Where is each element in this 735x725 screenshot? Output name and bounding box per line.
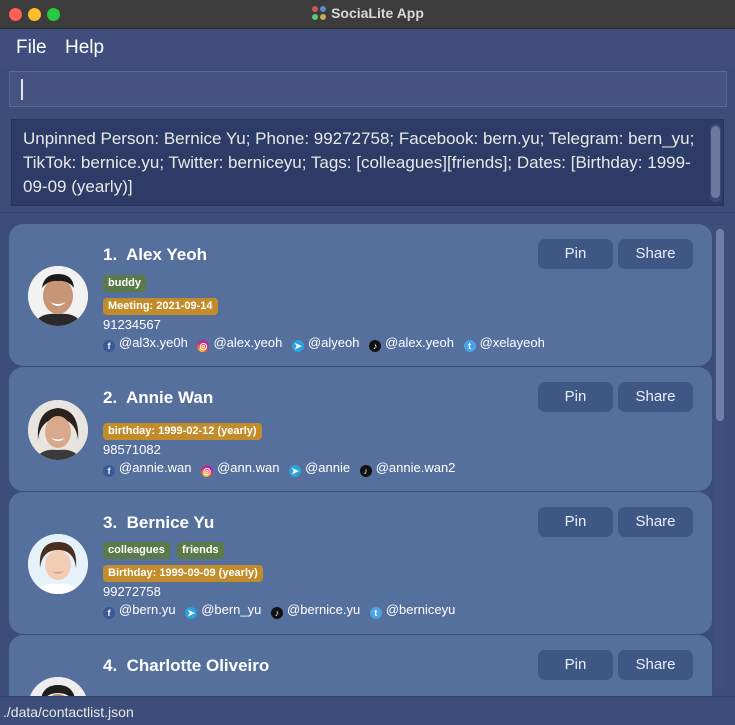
person-card[interactable]: 1. Alex Yeoh Pin Share buddy Meeting: 20… [9,224,712,366]
pin-button[interactable]: Pin [538,507,613,537]
date-badge: Birthday: 1999-09-09 (yearly) [103,565,263,582]
social-handles: f @bern.yu ➤ @bern_yu ♪ @bernice.yu t @berni… [103,602,462,620]
share-button[interactable]: Share [618,239,693,269]
instagram-icon: ◎ [197,340,210,353]
facebook-handle: f @al3x.ye0h [103,335,194,353]
tiktok-handle: ♪ @bernice.yu [271,602,366,620]
phone-number: 91234567 [103,317,161,332]
avatar [28,534,88,594]
twitter-handle: t @berniceyu [369,602,462,620]
telegram-icon: ➤ [291,340,304,353]
tag-badge: friends [177,542,224,559]
telegram-handle: ➤ @alyeoh [291,335,366,353]
person-name: 2. Annie Wan [103,388,214,407]
tiktok-handle: ♪ @annie.wan2 [359,460,462,478]
menu-help[interactable]: Help [65,37,104,59]
text-caret [21,79,23,100]
menu-bar: File Help [0,29,735,67]
telegram-handle: ➤ @annie [289,460,356,478]
share-button[interactable]: Share [618,382,693,412]
telegram-icon: ➤ [185,607,198,620]
window-title: SociaLite App [331,5,424,21]
tiktok-icon: ♪ [369,340,382,353]
tag-badge: colleagues [103,542,170,559]
window-titlebar: SociaLite App [0,0,735,29]
tiktok-icon: ♪ [359,465,372,478]
list-scrollbar-thumb[interactable] [716,229,724,421]
twitter-icon: t [463,340,476,353]
person-name: 1. Alex Yeoh [103,245,207,264]
avatar [28,400,88,460]
twitter-icon: t [369,607,382,620]
tag-badge: buddy [103,275,146,292]
result-text: Unpinned Person: Bernice Yu; Phone: 9927… [23,129,695,196]
instagram-handle: ◎ @ann.wan [201,460,285,478]
list-scrollbar[interactable] [714,225,725,690]
menu-file[interactable]: File [16,37,47,59]
tiktok-icon: ♪ [271,607,283,620]
instagram-handle: ◎ @alex.yeoh [197,335,288,353]
twitter-handle: t @xelayeoh [463,335,551,353]
facebook-handle: f @annie.wan [103,460,197,478]
pin-button[interactable]: Pin [538,382,613,412]
person-card[interactable]: 2. Annie Wan Pin Share birthday: 1999-02… [9,367,712,491]
status-bar: ./data/contactlist.json [0,696,735,725]
pin-button[interactable]: Pin [538,239,613,269]
social-handles: f @al3x.ye0h ◎ @alex.yeoh ➤ @alyeoh ♪ @alex.… [103,335,551,353]
date-badge: Meeting: 2021-09-14 [103,298,218,315]
person-name: 3. Bernice Yu [103,513,215,532]
facebook-icon: f [103,465,115,478]
data-file-path: ./data/contactlist.json [3,704,134,720]
telegram-handle: ➤ @bern_yu [185,602,267,620]
app-logo-icon [312,6,327,20]
instagram-icon: ◎ [201,465,214,478]
share-button[interactable]: Share [618,507,693,537]
telegram-icon: ➤ [289,465,302,478]
share-button[interactable]: Share [618,650,693,680]
command-input[interactable] [9,71,727,107]
result-display: Unpinned Person: Bernice Yu; Phone: 9927… [11,119,724,206]
date-badge: birthday: 1999-02-12 (yearly) [103,423,262,440]
phone-number: 99272758 [103,584,161,599]
phone-number: 98571082 [103,442,161,457]
person-card[interactable]: 4. Charlotte Oliveiro Pin Share [9,635,712,696]
social-handles: f @annie.wan ◎ @ann.wan ➤ @annie ♪ @annie.wa… [103,460,462,478]
pin-button[interactable]: Pin [538,650,613,680]
result-scrollbar-thumb[interactable] [711,126,720,198]
facebook-icon: f [103,607,115,620]
person-name: 4. Charlotte Oliveiro [103,656,270,675]
facebook-icon: f [103,340,115,353]
avatar [28,266,88,326]
facebook-handle: f @bern.yu [103,602,182,620]
tiktok-handle: ♪ @alex.yeoh [369,335,460,353]
avatar [28,677,88,696]
person-list: 1. Alex Yeoh Pin Share buddy Meeting: 20… [0,213,735,696]
person-card[interactable]: 3. Bernice Yu Pin Share colleagues frien… [9,492,712,634]
result-scrollbar[interactable] [710,124,721,202]
